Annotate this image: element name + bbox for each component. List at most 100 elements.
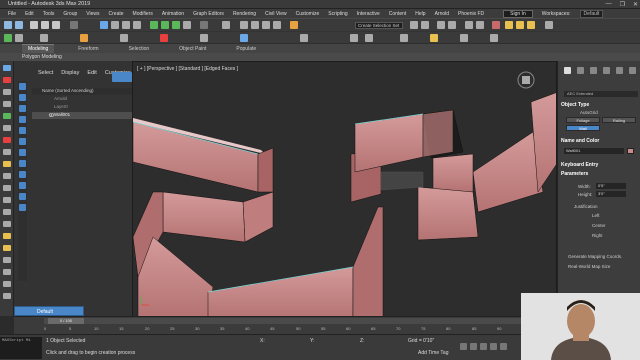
- system-icon[interactable]: [240, 34, 248, 42]
- display-groups-icon[interactable]: [19, 149, 26, 156]
- arnold-icon[interactable]: [545, 21, 553, 29]
- scene-row-arnold[interactable]: Arnold: [32, 96, 132, 103]
- motion-tab-icon[interactable]: [603, 67, 610, 74]
- viewcube-icon[interactable]: [516, 70, 536, 90]
- display-spacewarps-icon[interactable]: [19, 138, 26, 145]
- reference-coord-icon[interactable]: [200, 21, 208, 29]
- link-icon[interactable]: [30, 21, 38, 29]
- justification-right-radio[interactable]: Right: [592, 233, 603, 238]
- percent-snap-icon[interactable]: [262, 21, 270, 29]
- scene-menu-edit[interactable]: Edit: [87, 70, 96, 76]
- face-icon[interactable]: [3, 125, 11, 131]
- layer-dropdown[interactable]: Default: [14, 306, 84, 316]
- add-time-tag-button[interactable]: Add Time Tag: [418, 350, 448, 356]
- ocean-icon[interactable]: [490, 34, 498, 42]
- sun-icon[interactable]: [3, 245, 11, 251]
- helper-icon[interactable]: [160, 34, 168, 42]
- place-icon[interactable]: [183, 21, 191, 29]
- light-icon[interactable]: [3, 161, 11, 167]
- shape-icon[interactable]: [40, 34, 48, 42]
- display-tab-icon[interactable]: [616, 67, 623, 74]
- render-production-icon[interactable]: [527, 21, 535, 29]
- display-geometry-icon[interactable]: [19, 83, 26, 90]
- time-slider[interactable]: 0 / 100: [44, 318, 557, 324]
- menu-scripting[interactable]: Scripting: [328, 11, 347, 17]
- render-setup-icon[interactable]: [505, 21, 513, 29]
- vertex-icon[interactable]: [3, 113, 11, 119]
- hierarchy-tab-icon[interactable]: [590, 67, 597, 74]
- railing-button[interactable]: Railing: [602, 117, 636, 123]
- go-to-end-icon[interactable]: [500, 343, 507, 350]
- tab-object-paint[interactable]: Object Paint: [173, 45, 212, 53]
- height-field[interactable]: 3'0": [596, 191, 626, 197]
- display-none-icon[interactable]: [19, 193, 26, 200]
- column-header[interactable]: Name (Sorted Ascending): [32, 88, 132, 95]
- menu-help[interactable]: Help: [415, 11, 425, 17]
- x-coord-label[interactable]: X:: [260, 338, 265, 344]
- light-lister-icon[interactable]: [430, 34, 438, 42]
- menu-modifiers[interactable]: Modifiers: [133, 11, 153, 17]
- filter-icon[interactable]: [112, 72, 132, 82]
- z-coord-label[interactable]: Z:: [360, 338, 364, 344]
- view-icon[interactable]: [3, 293, 11, 299]
- space-warp-icon[interactable]: [200, 34, 208, 42]
- select-by-name-icon[interactable]: [111, 21, 119, 29]
- time-slider-knob[interactable]: 0 / 100: [48, 318, 84, 324]
- menu-create[interactable]: Create: [109, 11, 124, 17]
- generate-mapping-checkbox[interactable]: Generate Mapping Coords.: [568, 254, 622, 259]
- justification-left-radio[interactable]: Left: [592, 213, 600, 218]
- undo-icon[interactable]: [4, 21, 12, 29]
- menu-views[interactable]: Views: [86, 11, 99, 17]
- minimize-button[interactable]: —: [606, 1, 612, 8]
- camera-icon[interactable]: [120, 34, 128, 42]
- curve-editor-icon[interactable]: [465, 21, 473, 29]
- eye-icon[interactable]: [48, 113, 55, 117]
- go-to-start-icon[interactable]: [460, 343, 467, 350]
- snap-icon[interactable]: [4, 34, 12, 42]
- scene-menu-select[interactable]: Select: [38, 70, 53, 76]
- display-bones-icon[interactable]: [19, 171, 26, 178]
- spinner-snap-icon[interactable]: [273, 21, 281, 29]
- window-crossing-icon[interactable]: [133, 21, 141, 29]
- parameters-title[interactable]: Parameters: [561, 171, 588, 177]
- play-animation-icon[interactable]: [480, 343, 487, 350]
- display-cameras-icon[interactable]: [19, 116, 26, 123]
- scale-icon[interactable]: [172, 21, 180, 29]
- justification-center-radio[interactable]: Center: [592, 223, 606, 228]
- previous-frame-icon[interactable]: [470, 343, 477, 350]
- next-frame-icon[interactable]: [490, 343, 497, 350]
- menu-rendering[interactable]: Rendering: [233, 11, 256, 17]
- pivot-center-icon[interactable]: [222, 21, 230, 29]
- sphere-icon[interactable]: [3, 221, 11, 227]
- bind-space-warp-icon[interactable]: [52, 21, 60, 29]
- toggle-ribbon-icon[interactable]: [448, 21, 456, 29]
- rotate-icon[interactable]: [161, 21, 169, 29]
- menu-tools[interactable]: Tools: [43, 11, 55, 17]
- scene-row-layer0[interactable]: Layer0: [32, 104, 132, 111]
- autogrid-checkbox[interactable]: AutoGrid: [580, 110, 598, 115]
- menu-group[interactable]: Group: [63, 11, 77, 17]
- particle-icon[interactable]: [300, 34, 308, 42]
- shape-icon[interactable]: [3, 173, 11, 179]
- hammer-icon[interactable]: [3, 197, 11, 203]
- object-color-swatch[interactable]: [627, 148, 634, 154]
- select-object-icon[interactable]: [100, 21, 108, 29]
- scene-row-wall001[interactable]: Wall001: [32, 112, 132, 119]
- sign-in-button[interactable]: Sign In: [503, 9, 533, 18]
- tab-freeform[interactable]: Freeform: [72, 45, 104, 53]
- material-editor-icon[interactable]: [492, 21, 500, 29]
- edge-icon[interactable]: [3, 101, 11, 107]
- constraint-icon[interactable]: [3, 77, 11, 83]
- light-icon[interactable]: [80, 34, 88, 42]
- sim-icon[interactable]: [400, 34, 408, 42]
- menu-civil-view[interactable]: Civil View: [265, 11, 287, 17]
- object-type-title[interactable]: Object Type: [561, 102, 589, 108]
- brush-icon[interactable]: [3, 185, 11, 191]
- name-color-title[interactable]: Name and Color: [561, 138, 599, 144]
- stop-icon[interactable]: [365, 34, 373, 42]
- move-icon[interactable]: [150, 21, 158, 29]
- real-world-map-checkbox[interactable]: Real-World Map Size: [568, 264, 610, 269]
- fluid-icon[interactable]: [460, 34, 468, 42]
- perspective-viewport[interactable]: [ + ] [Perspective ] [Standard ] [Edged …: [132, 61, 557, 318]
- angle-snap-icon[interactable]: [251, 21, 259, 29]
